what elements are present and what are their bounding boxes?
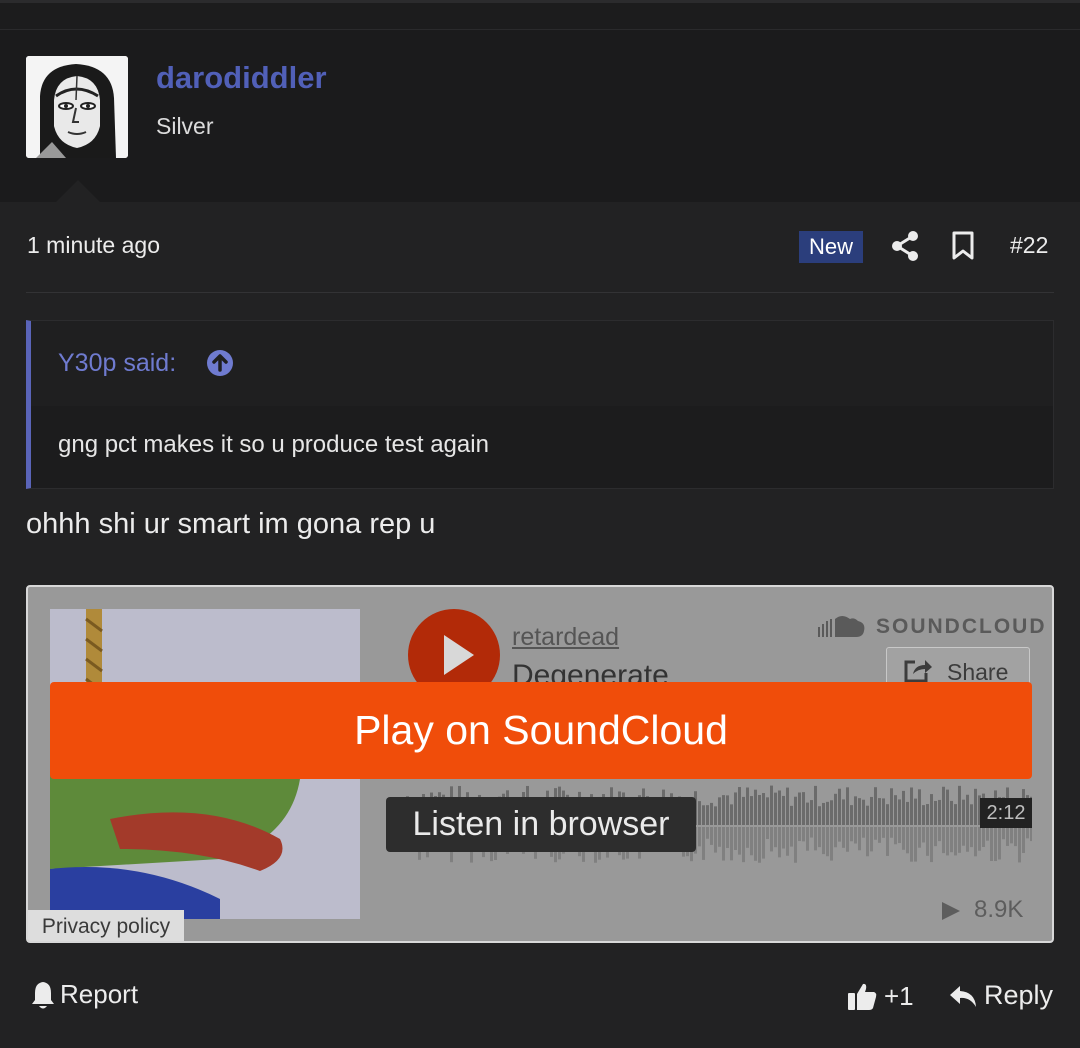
reply-arrow-icon bbox=[950, 985, 976, 1007]
reply-button[interactable]: Reply bbox=[948, 980, 1053, 1011]
post-number[interactable]: #22 bbox=[1010, 232, 1048, 259]
share-icon[interactable] bbox=[890, 230, 920, 262]
share-arrow-icon bbox=[903, 658, 933, 684]
quote-header: Y30p said: bbox=[31, 321, 1053, 406]
play-count: 8.9K bbox=[974, 896, 1024, 923]
divider bbox=[26, 292, 1054, 293]
bookmark-icon[interactable] bbox=[950, 230, 976, 262]
top-bar bbox=[0, 0, 1080, 30]
avatar[interactable] bbox=[26, 56, 128, 158]
header-pointer bbox=[56, 180, 100, 202]
privacy-policy-link[interactable]: Privacy policy bbox=[28, 910, 184, 941]
post-timestamp[interactable]: 1 minute ago bbox=[27, 232, 160, 259]
post-header: darodiddler Silver bbox=[0, 30, 1080, 202]
soundcloud-embed: retardead Degenerate SOUNDCLOUD Share 2:… bbox=[26, 585, 1054, 943]
username-link[interactable]: darodiddler bbox=[156, 60, 327, 96]
play-on-soundcloud-button[interactable]: Play on SoundCloud bbox=[50, 682, 1032, 779]
user-rank: Silver bbox=[156, 113, 214, 139]
report-button[interactable]: Report bbox=[30, 979, 138, 1010]
bell-icon bbox=[32, 981, 54, 1008]
soundcloud-brand: SOUNDCLOUD bbox=[876, 615, 1047, 638]
track-duration: 2:12 bbox=[980, 798, 1032, 828]
like-count: +1 bbox=[884, 980, 914, 1011]
play-count-icon bbox=[940, 900, 962, 922]
quote-author[interactable]: Y30p said: bbox=[58, 349, 176, 378]
listen-in-browser-button[interactable]: Listen in browser bbox=[386, 797, 696, 852]
arrow-up-circle-icon[interactable] bbox=[206, 349, 234, 377]
reply-label: Reply bbox=[984, 980, 1054, 1010]
quote-text: gng pct makes it so u produce test again bbox=[58, 431, 489, 458]
report-label: Report bbox=[60, 979, 139, 1009]
like-button[interactable]: +1 bbox=[846, 980, 914, 1012]
new-badge: New bbox=[799, 231, 863, 263]
thumbs-up-icon bbox=[848, 983, 877, 1010]
post-message: ohhh shi ur smart im gona rep u bbox=[26, 508, 436, 540]
quote-block: Y30p said: gng pct makes it so u produce… bbox=[26, 320, 1054, 489]
soundcloud-logo-icon bbox=[818, 613, 866, 639]
artist-link[interactable]: retardead bbox=[512, 623, 619, 652]
